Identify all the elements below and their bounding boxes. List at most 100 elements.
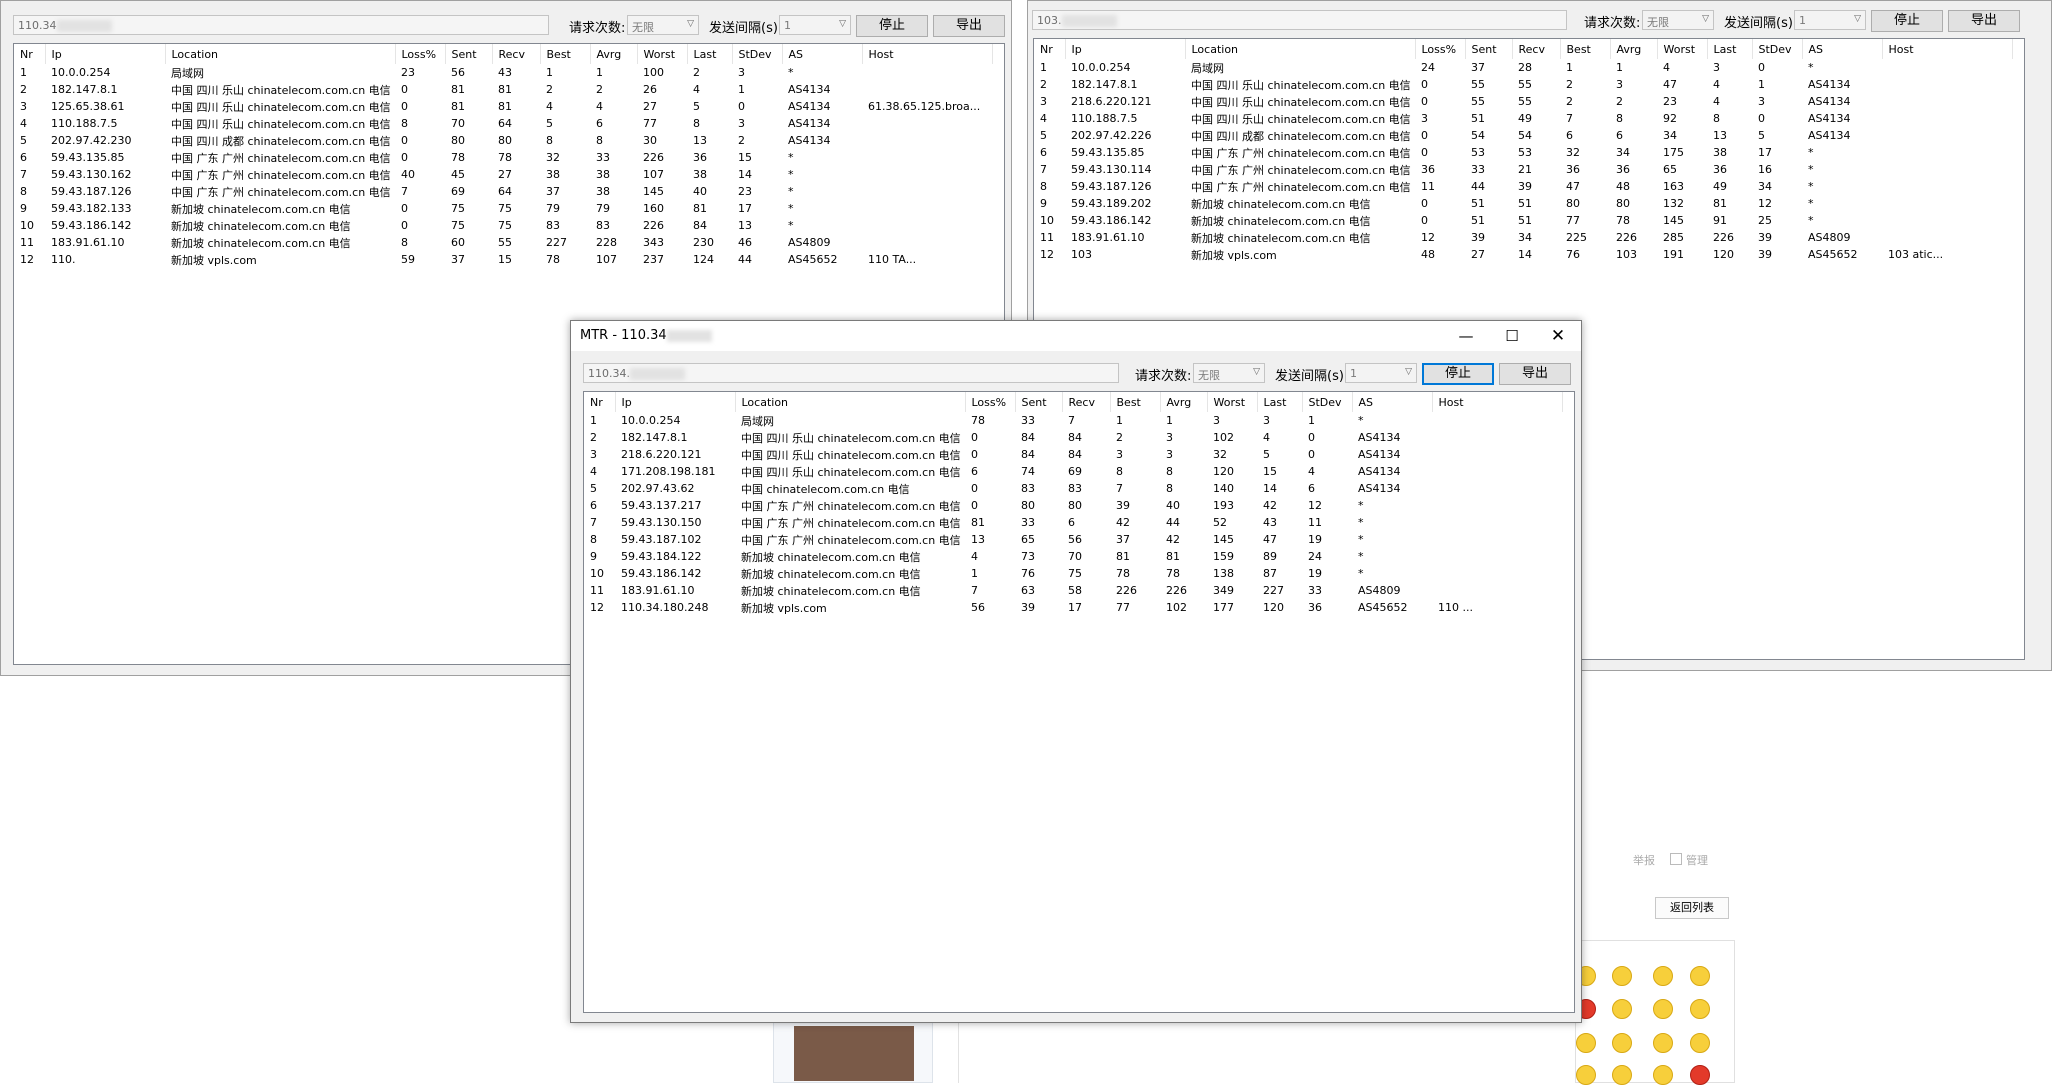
target-ip-field[interactable]: 110.34. (583, 363, 1119, 383)
table-row[interactable]: 5 202.97.42.230 中国 四川 成都 chinatelecom.com.… (14, 132, 992, 149)
column-header-stdev[interactable]: StDev (732, 44, 783, 64)
column-header-sent[interactable]: Sent (1465, 39, 1513, 59)
table-row[interactable]: 3 125.65.38.61 中国 四川 乐山 chinatelecom.com.c… (14, 98, 992, 115)
smiley-icon[interactable] (1612, 999, 1632, 1019)
stop-button[interactable]: 停止 (1871, 10, 1943, 32)
smiley-icon[interactable] (1612, 1065, 1632, 1085)
column-header-location[interactable]: Location (1185, 39, 1416, 59)
column-header-ip[interactable]: Ip (1065, 39, 1186, 59)
column-header-host[interactable]: Host (862, 44, 993, 64)
smiley-icon[interactable] (1653, 1065, 1673, 1085)
table-row[interactable]: 3 218.6.220.121 中国 四川 乐山 chinatelecom.com.… (1034, 93, 2012, 110)
table-row[interactable]: 11 183.91.61.10 新加坡 chinatelecom.com.cn 电信… (14, 234, 992, 251)
table-row[interactable]: 4 171.208.198.181 中国 四川 乐山 chinatelecom.co… (584, 463, 1562, 480)
smiley-icon[interactable] (1576, 1065, 1596, 1085)
table-row[interactable]: 11 183.91.61.10 新加坡 chinatelecom.com.cn 电信… (1034, 229, 2012, 246)
column-header-host[interactable]: Host (1882, 39, 2013, 59)
target-ip-field[interactable]: 103. (1032, 10, 1567, 30)
results-list[interactable]: Nr Ip Location Loss% Sent Recv Best Avrg Worst La… (583, 391, 1575, 1013)
stop-button[interactable]: 停止 (856, 15, 928, 37)
stop-button[interactable]: 停止 (1422, 363, 1494, 385)
table-row[interactable]: 7 59.43.130.150 中国 广东 广州 chinatelecom.com.… (584, 514, 1562, 531)
table-row[interactable]: 10 59.43.186.142 新加坡 chinatelecom.com.cn 电… (584, 565, 1562, 582)
interval-select[interactable]: 1 ▽ (1794, 10, 1866, 30)
column-header-last[interactable]: Last (1707, 39, 1753, 59)
smiley-icon[interactable] (1690, 966, 1710, 986)
smiley-icon[interactable] (1612, 966, 1632, 986)
column-header-best[interactable]: Best (1110, 392, 1161, 412)
table-row[interactable]: 9 59.43.184.122 新加坡 chinatelecom.com.cn 电信… (584, 548, 1562, 565)
table-row[interactable]: 1 10.0.0.254 局域网 24 37 28 1 1 4 3 0 * (1034, 59, 2012, 76)
interval-select[interactable]: 1 ▽ (779, 15, 851, 35)
table-row[interactable]: 11 183.91.61.10 新加坡 chinatelecom.com.cn 电信… (584, 582, 1562, 599)
column-header-nr[interactable]: Nr (584, 392, 616, 412)
request-count-select[interactable]: 无限 ▽ (1193, 363, 1265, 383)
request-count-select[interactable]: 无限 ▽ (1642, 10, 1714, 30)
smiley-icon[interactable] (1653, 999, 1673, 1019)
table-row[interactable]: 1 10.0.0.254 局域网 78 33 7 1 1 3 3 1 * (584, 412, 1562, 429)
table-row[interactable]: 5 202.97.42.226 中国 四川 成都 chinatelecom.com.… (1034, 127, 2012, 144)
column-header-losspct[interactable]: Loss% (1415, 39, 1466, 59)
table-row[interactable]: 3 218.6.220.121 中国 四川 乐山 chinatelecom.com.… (584, 446, 1562, 463)
column-header-stdev[interactable]: StDev (1752, 39, 1803, 59)
manage-link[interactable]: 管理 (1686, 852, 1708, 868)
table-row[interactable]: 12 103 新加坡 vpls.com 48 27 14 76 103 191 120 39 AS45… (1034, 246, 2012, 263)
column-header-avrg[interactable]: Avrg (1610, 39, 1658, 59)
column-header-last[interactable]: Last (1257, 392, 1303, 412)
user-avatar[interactable] (794, 1026, 914, 1081)
table-row[interactable]: 12 110. 新加坡 vpls.com 59 37 15 78 107 237 124 44 AS4… (14, 251, 992, 268)
table-row[interactable]: 5 202.97.43.62 中国 chinatelecom.com.cn 电信 0 8… (584, 480, 1562, 497)
column-header-worst[interactable]: Worst (1207, 392, 1258, 412)
column-header-recv[interactable]: Recv (492, 44, 541, 64)
table-row[interactable]: 2 182.147.8.1 中国 四川 乐山 chinatelecom.com.cn… (1034, 76, 2012, 93)
smiley-icon[interactable] (1690, 1065, 1710, 1085)
column-header-recv[interactable]: Recv (1512, 39, 1561, 59)
table-row[interactable]: 10 59.43.186.142 新加坡 chinatelecom.com.cn 电… (1034, 212, 2012, 229)
table-row[interactable]: 7 59.43.130.162 中国 广东 广州 chinatelecom.com.… (14, 166, 992, 183)
table-row[interactable]: 2 182.147.8.1 中国 四川 乐山 chinatelecom.com.cn… (584, 429, 1562, 446)
table-row[interactable]: 10 59.43.186.142 新加坡 chinatelecom.com.cn 电… (14, 217, 992, 234)
column-header-worst[interactable]: Worst (1657, 39, 1708, 59)
smiley-icon[interactable] (1653, 966, 1673, 986)
table-row[interactable]: 6 59.43.135.85 中国 广东 广州 chinatelecom.com.c… (14, 149, 992, 166)
export-button[interactable]: 导出 (933, 15, 1005, 37)
export-button[interactable]: 导出 (1948, 10, 2020, 32)
interval-select[interactable]: 1 ▽ (1345, 363, 1417, 383)
column-header-stdev[interactable]: StDev (1302, 392, 1353, 412)
column-header-nr[interactable]: Nr (1034, 39, 1066, 59)
table-row[interactable]: 7 59.43.130.114 中国 广东 广州 chinatelecom.com.… (1034, 161, 2012, 178)
column-header-ip[interactable]: Ip (615, 392, 736, 412)
column-header-best[interactable]: Best (1560, 39, 1611, 59)
column-header-as[interactable]: AS (782, 44, 863, 64)
smiley-icon[interactable] (1690, 999, 1710, 1019)
column-header-avrg[interactable]: Avrg (1160, 392, 1208, 412)
column-header-avrg[interactable]: Avrg (590, 44, 638, 64)
close-icon[interactable]: ✕ (1535, 321, 1581, 351)
table-row[interactable]: 12 110.34.180.248 新加坡 vpls.com 56 39 17 77 102 1… (584, 599, 1562, 616)
return-list-button[interactable]: 返回列表 (1655, 897, 1729, 919)
table-row[interactable]: 2 182.147.8.1 中国 四川 乐山 chinatelecom.com.cn… (14, 81, 992, 98)
table-row[interactable]: 9 59.43.189.202 新加坡 chinatelecom.com.cn 电信… (1034, 195, 2012, 212)
column-header-as[interactable]: AS (1352, 392, 1433, 412)
column-header-last[interactable]: Last (687, 44, 733, 64)
column-header-worst[interactable]: Worst (637, 44, 688, 64)
table-row[interactable]: 6 59.43.137.217 中国 广东 广州 chinatelecom.com.… (584, 497, 1562, 514)
table-row[interactable]: 6 59.43.135.85 中国 广东 广州 chinatelecom.com.c… (1034, 144, 2012, 161)
column-header-as[interactable]: AS (1802, 39, 1883, 59)
column-header-host[interactable]: Host (1432, 392, 1563, 412)
table-row[interactable]: 4 110.188.7.5 中国 四川 乐山 chinatelecom.com.cn… (1034, 110, 2012, 127)
report-link[interactable]: 举报 (1633, 852, 1655, 868)
column-header-best[interactable]: Best (540, 44, 591, 64)
title-bar[interactable]: MTR - 110.34 — ☐ ✕ (571, 321, 1581, 351)
table-row[interactable]: 4 110.188.7.5 中国 四川 乐山 chinatelecom.com.cn… (14, 115, 992, 132)
table-row[interactable]: 8 59.43.187.126 中国 广东 广州 chinatelecom.com.… (14, 183, 992, 200)
request-count-select[interactable]: 无限 ▽ (627, 15, 699, 35)
column-header-location[interactable]: Location (735, 392, 966, 412)
smiley-icon[interactable] (1612, 1033, 1632, 1053)
column-header-ip[interactable]: Ip (45, 44, 166, 64)
minimize-icon[interactable]: — (1443, 321, 1489, 351)
smiley-icon[interactable] (1653, 1033, 1673, 1053)
table-row[interactable]: 9 59.43.182.133 新加坡 chinatelecom.com.cn 电信… (14, 200, 992, 217)
export-button[interactable]: 导出 (1499, 363, 1571, 385)
column-header-losspct[interactable]: Loss% (395, 44, 446, 64)
